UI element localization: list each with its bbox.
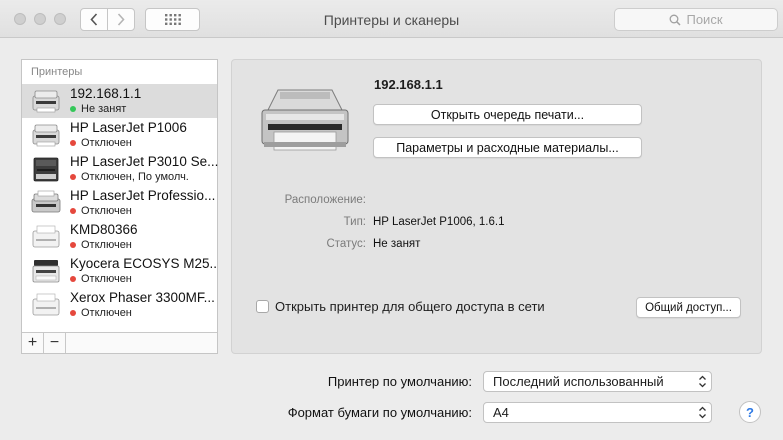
printer-item[interactable]: 192.168.1.1 Не занят bbox=[22, 84, 217, 118]
type-value: HP LaserJet P1006, 1.6.1 bbox=[373, 216, 505, 228]
printer-name: HP LaserJet Professio... bbox=[70, 188, 216, 203]
open-print-queue-button[interactable]: Открыть очередь печати... bbox=[373, 104, 642, 125]
printer-name: Kyocera ECOSYS M25... bbox=[70, 256, 218, 271]
printer-name: Xerox Phaser 3300MF... bbox=[70, 290, 215, 305]
search-icon bbox=[670, 14, 682, 26]
add-printer-button[interactable]: + bbox=[22, 333, 44, 353]
printer-status: Отключен bbox=[70, 205, 132, 217]
remove-printer-button[interactable]: − bbox=[44, 333, 66, 353]
laser-printer-small-icon bbox=[32, 90, 60, 113]
printer-name: HP LaserJet P3010 Se... bbox=[70, 154, 218, 169]
printer-status: Отключен, По умолч. bbox=[70, 171, 189, 183]
printer-name: KMD80366 bbox=[70, 222, 138, 237]
printer-status-text: Отключен bbox=[81, 137, 132, 149]
printer-name: HP LaserJet P1006 bbox=[70, 120, 187, 135]
printer-title: 192.168.1.1 bbox=[374, 77, 443, 92]
search-field[interactable]: Поиск bbox=[614, 8, 778, 31]
printers-list: Принтеры 192.168.1.1 Не занят HP LaserJe… bbox=[21, 59, 218, 354]
type-label: Тип: bbox=[343, 216, 366, 228]
status-dot-icon bbox=[70, 174, 76, 180]
location-label: Расположение: bbox=[284, 194, 366, 206]
printer-item[interactable]: HP LaserJet P1006 Отключен bbox=[22, 118, 217, 152]
printer-name: 192.168.1.1 bbox=[70, 86, 142, 101]
printer-item[interactable]: KMD80366 Отключен bbox=[22, 220, 217, 254]
printer-status: Не занят bbox=[70, 103, 126, 115]
printer-status-text: Отключен bbox=[81, 205, 132, 217]
status-dot-icon bbox=[70, 276, 76, 282]
status-dot-icon bbox=[70, 310, 76, 316]
printer-status: Отключен bbox=[70, 137, 132, 149]
default-paper-select[interactable]: A4 bbox=[483, 402, 712, 423]
help-button[interactable]: ? bbox=[739, 401, 761, 423]
printer-item[interactable]: Xerox Phaser 3300MF... Отключен bbox=[22, 288, 217, 322]
printer-status: Отключен bbox=[70, 307, 132, 319]
chevron-updown-icon bbox=[699, 406, 706, 419]
status-value: Не занят bbox=[373, 238, 421, 250]
laser-printer-black-icon bbox=[33, 157, 59, 182]
status-dot-icon bbox=[70, 140, 76, 146]
share-printer-row: Открыть принтер для общего доступа в сет… bbox=[256, 299, 545, 314]
generic-printer-icon bbox=[32, 225, 60, 248]
default-paper-value: A4 bbox=[493, 405, 509, 420]
default-printer-label: Принтер по умолчанию: bbox=[327, 374, 472, 389]
printers-list-toolbar: + − bbox=[22, 332, 217, 353]
share-printer-checkbox[interactable] bbox=[256, 300, 269, 313]
printer-status-text: Отключен bbox=[81, 307, 132, 319]
printer-item[interactable]: HP LaserJet P3010 Se... Отключен, По умо… bbox=[22, 152, 218, 186]
chevron-updown-icon bbox=[699, 375, 706, 388]
status-label: Статус: bbox=[326, 238, 366, 250]
mfp-printer-icon bbox=[32, 260, 60, 283]
sharing-button[interactable]: Общий доступ... bbox=[636, 297, 741, 318]
generic-printer-icon bbox=[32, 293, 60, 316]
printer-status: Отключен bbox=[70, 273, 132, 285]
laser-printer-large-icon bbox=[261, 89, 349, 151]
printer-item[interactable]: Kyocera ECOSYS M25... Отключен bbox=[22, 254, 218, 288]
window-titlebar: Принтеры и сканеры Поиск bbox=[0, 0, 783, 38]
printer-status-text: Отключен bbox=[81, 273, 132, 285]
laser-printer-wide-icon bbox=[31, 190, 61, 213]
printer-status: Отключен bbox=[70, 239, 132, 251]
share-printer-label[interactable]: Открыть принтер для общего доступа в сет… bbox=[275, 299, 545, 314]
printer-item[interactable]: HP LaserJet Professio... Отключен bbox=[22, 186, 217, 220]
options-supplies-button[interactable]: Параметры и расходные материалы... bbox=[373, 137, 642, 158]
status-dot-icon bbox=[70, 208, 76, 214]
status-dot-icon bbox=[70, 242, 76, 248]
search-placeholder: Поиск bbox=[686, 12, 723, 27]
default-printer-value: Последний использованный bbox=[493, 374, 664, 389]
laser-printer-small-icon bbox=[32, 124, 60, 147]
printer-status-text: Отключен, По умолч. bbox=[81, 171, 189, 183]
default-paper-label: Формат бумаги по умолчанию: bbox=[287, 405, 472, 420]
status-dot-icon bbox=[70, 106, 76, 112]
printer-status-text: Не занят bbox=[81, 103, 127, 115]
printer-status-text: Отключен bbox=[81, 239, 132, 251]
default-printer-select[interactable]: Последний использованный bbox=[483, 371, 712, 392]
printers-list-header: Принтеры bbox=[31, 66, 83, 78]
printer-detail-panel: 192.168.1.1 Открыть очередь печати... Па… bbox=[231, 59, 762, 354]
